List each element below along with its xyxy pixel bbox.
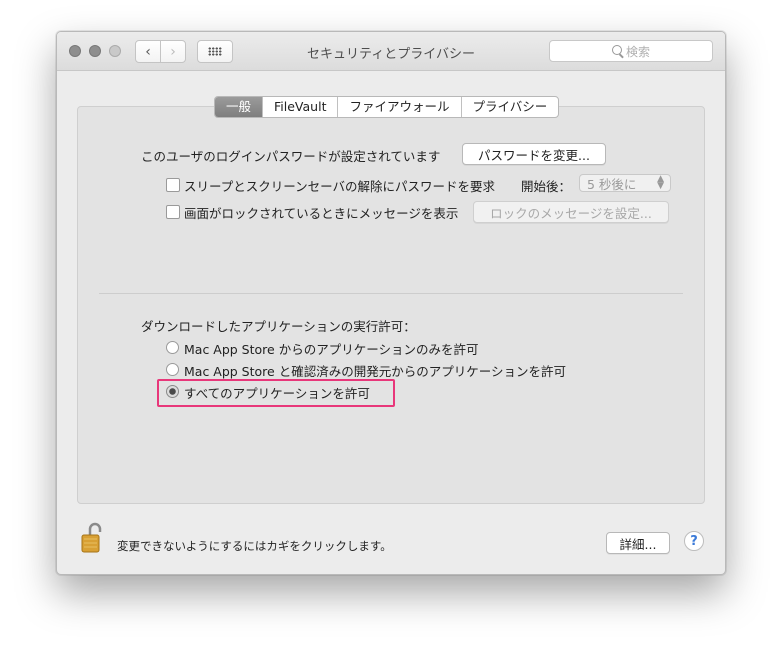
delay-select[interactable]: 5 秒後に ▲ ▼: [579, 174, 671, 192]
require-password-checkbox[interactable]: [166, 178, 180, 192]
require-password-label: スリープとスクリーンセーバの解除にパスワードを要求: [184, 179, 496, 194]
login-password-message: このユーザのログインパスワードが設定されています: [141, 149, 441, 164]
radio-app-store-identified-label: Mac App Store と確認済みの開発元からのアプリケーションを許可: [184, 364, 566, 379]
downloads-heading: ダウンロードしたアプリケーションの実行許可：: [141, 319, 416, 334]
help-button[interactable]: ?: [684, 531, 704, 551]
delay-select-value: 5 秒後に: [587, 176, 637, 192]
title-bar: ‹ › セキュリティとプライバシー 検索: [57, 32, 725, 71]
advanced-button[interactable]: 詳細...: [606, 532, 670, 554]
select-arrows-icon: ▲ ▼: [657, 174, 664, 191]
radio-app-store-identified[interactable]: [166, 363, 179, 376]
tab-firewall[interactable]: ファイアウォール: [338, 97, 462, 117]
section-divider: [99, 293, 683, 294]
tab-general[interactable]: 一般: [215, 97, 264, 117]
change-password-button[interactable]: パスワードを変更...: [462, 143, 606, 165]
tab-filevault[interactable]: FileVault: [263, 97, 339, 117]
set-lock-message-button[interactable]: ロックのメッセージを設定...: [473, 201, 669, 223]
tab-privacy[interactable]: プライバシー: [462, 97, 559, 117]
highlight-box: [157, 379, 395, 407]
tab-bar: 一般 FileVault ファイアウォール プライバシー: [214, 96, 560, 118]
content-panel: [77, 106, 705, 504]
search-placeholder: 検索: [625, 44, 650, 59]
show-message-label: 画面がロックされているときにメッセージを表示: [184, 206, 459, 221]
radio-app-store-only[interactable]: [166, 341, 179, 354]
search-field[interactable]: 検索: [549, 40, 713, 62]
radio-app-store-only-label: Mac App Store からのアプリケーションのみを許可: [184, 342, 479, 357]
show-message-checkbox[interactable]: [166, 205, 180, 219]
unlocked-padlock-icon[interactable]: [81, 522, 103, 554]
preferences-window: ‹ › セキュリティとプライバシー 検索 一般 FileVault ファイアウォ…: [56, 31, 726, 575]
help-icon: ?: [690, 533, 698, 549]
search-icon: [611, 45, 622, 55]
lock-message: 変更できないようにするにはカギをクリックします。: [117, 539, 392, 553]
after-label: 開始後：: [521, 179, 572, 194]
